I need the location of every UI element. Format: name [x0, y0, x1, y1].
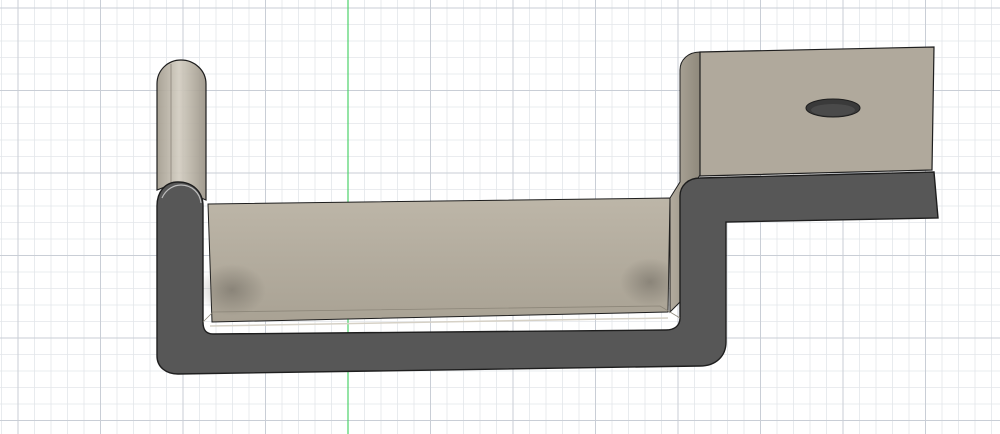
viewport-canvas[interactable]	[0, 0, 1000, 434]
cad-3d-viewport[interactable]	[0, 0, 1000, 434]
channel-back-face	[207, 197, 671, 323]
channel-shadow-left	[198, 264, 266, 316]
bracket-model[interactable]	[156, 46, 939, 375]
mounting-hole-inner	[811, 104, 855, 116]
left-lip-face	[156, 59, 207, 201]
